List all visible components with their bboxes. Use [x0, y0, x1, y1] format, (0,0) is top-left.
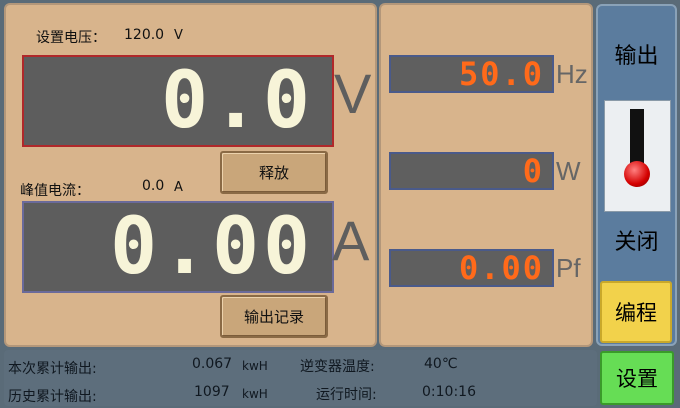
status-bar: 本次累计输出: 0.067 kwH 逆变器温度: 40℃ 历史累计输出: 109…	[4, 350, 597, 406]
power-unit: W	[556, 156, 581, 186]
power-factor-readout: 0.00	[458, 249, 544, 287]
total-output-value: 1097	[194, 384, 230, 400]
inverter-temp-value: 40℃	[424, 356, 458, 372]
main-readout-panel: 设置电压： 120.0 V 0.0 V 释放 峰值电流： 0.0 A 0.00 …	[4, 3, 377, 347]
program-button[interactable]: 编程	[600, 281, 672, 343]
current-unit: A	[332, 209, 370, 272]
current-readout: 0.00	[110, 202, 314, 292]
output-log-button[interactable]: 输出记录	[220, 295, 328, 338]
frequency-unit: Hz	[556, 59, 588, 89]
session-output-unit: kwH	[242, 359, 268, 373]
session-output-value: 0.067	[192, 356, 233, 372]
output-title: 输出	[614, 44, 659, 69]
session-output-label: 本次累计输出:	[8, 361, 97, 377]
set-voltage-unit: V	[174, 28, 183, 43]
run-time-label: 运行时间:	[316, 387, 377, 403]
voltage-readout: 0.0	[161, 56, 314, 146]
power-readout: 0	[522, 152, 544, 190]
power-factor-display: 0.00	[389, 249, 554, 287]
settings-button[interactable]: 设置	[600, 351, 674, 405]
total-output-label: 历史累计输出:	[8, 389, 97, 405]
frequency-readout: 50.0	[458, 55, 544, 93]
voltage-unit: V	[334, 62, 372, 125]
current-display: 0.00	[22, 201, 334, 293]
total-output-unit: kwH	[242, 387, 268, 401]
set-voltage-value: 120.0	[124, 27, 165, 43]
frequency-display: 50.0	[389, 55, 554, 93]
peak-current-unit: A	[174, 180, 183, 195]
meters-panel: 50.0 Hz 0 W 0.00 Pf	[379, 3, 593, 347]
voltage-display: 0.0	[22, 55, 334, 147]
switch-knob-icon	[624, 161, 650, 187]
power-factor-unit: Pf	[556, 253, 581, 283]
power-display: 0	[389, 152, 554, 190]
inverter-temp-label: 逆变器温度:	[300, 359, 375, 375]
run-time-value: 0:10:16	[422, 384, 476, 400]
output-state-label: 关闭	[614, 230, 659, 255]
output-toggle-switch[interactable]	[604, 100, 671, 212]
peak-current-label: 峰值电流：	[20, 183, 90, 199]
peak-current-value: 0.0	[142, 178, 165, 194]
set-voltage-label: 设置电压：	[36, 30, 106, 46]
release-button[interactable]: 释放	[220, 151, 328, 194]
